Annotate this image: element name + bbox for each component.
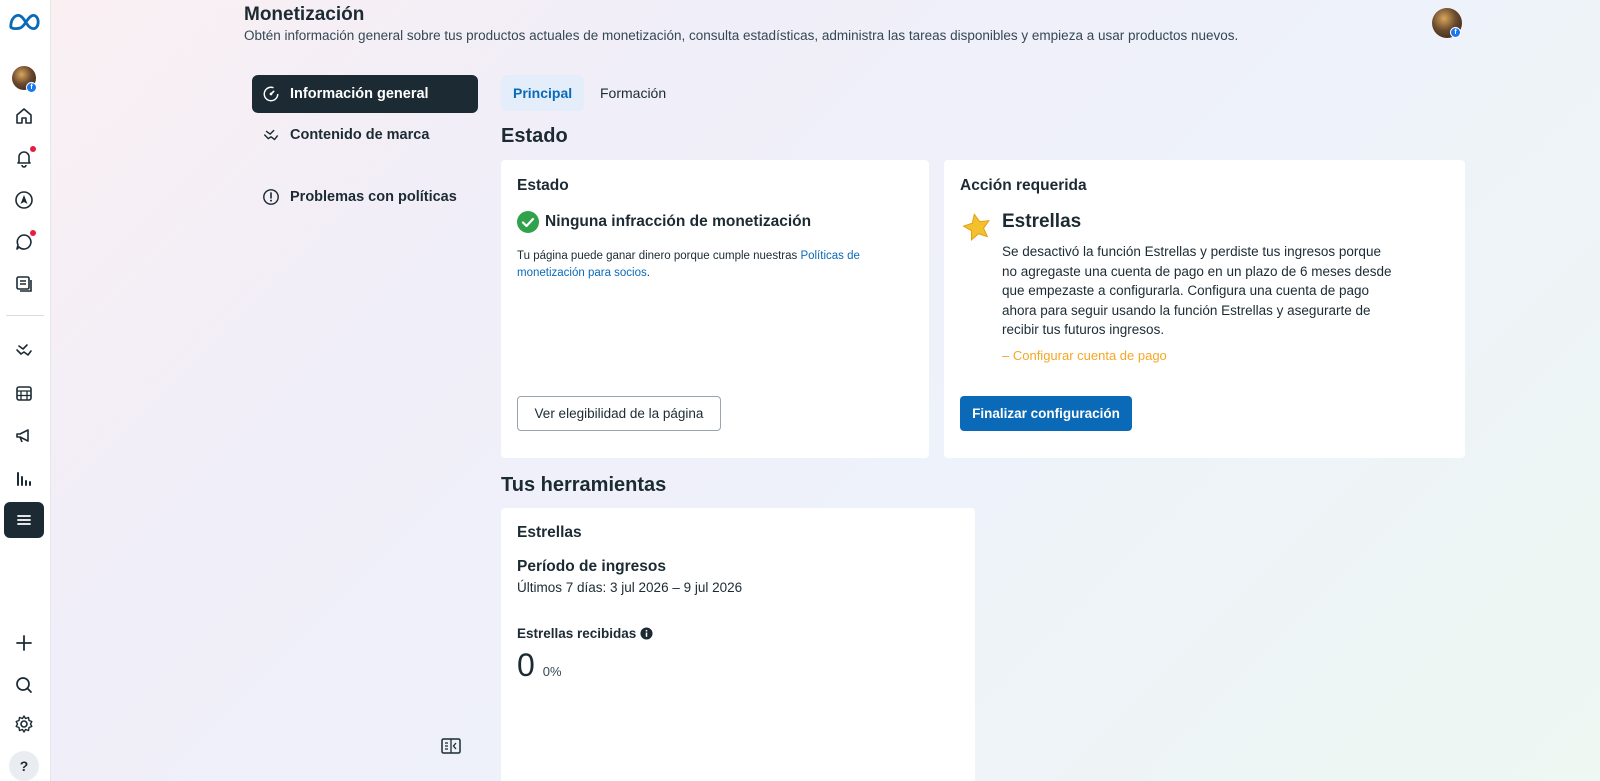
action-description: Se desactivó la función Estrellas y perd… <box>1002 244 1392 337</box>
status-card-title: Estado <box>517 177 569 194</box>
gauge-icon <box>263 86 279 102</box>
profile-switcher[interactable]: f <box>4 60 44 96</box>
rail-divider <box>6 315 44 316</box>
insights-icon[interactable] <box>4 461 44 497</box>
facebook-badge-icon: f <box>26 82 37 93</box>
status-headline: Ninguna infracción de monetización <box>545 213 812 230</box>
stars-received-metric: 0 0% <box>517 647 562 684</box>
nav-item-branded-content[interactable]: Contenido de marca <box>252 116 478 154</box>
view-page-eligibility-button[interactable]: Ver elegibilidad de la página <box>517 396 721 431</box>
create-plus-icon[interactable] <box>4 625 44 661</box>
status-description-text: Tu página puede ganar dinero porque cump… <box>517 250 801 262</box>
stars-received-change: 0% <box>542 664 562 679</box>
check-circle-icon <box>517 211 539 233</box>
meta-logo-icon[interactable] <box>4 4 44 40</box>
home-icon[interactable] <box>4 98 44 134</box>
nav-item-label: Problemas con políticas <box>290 189 457 205</box>
status-section-title: Estado <box>501 125 568 147</box>
star-icon <box>962 212 992 247</box>
page-subtitle: Obtén información general sobre tus prod… <box>244 28 1239 43</box>
pages-icon[interactable] <box>4 266 44 302</box>
action-product-title: Estrellas <box>1002 211 1082 232</box>
left-rail: f ? <box>0 0 51 781</box>
tab-formacion[interactable]: Formación <box>588 75 678 111</box>
nav-item-label: Información general <box>290 86 429 102</box>
status-card: Estado Ninguna infracción de monetizació… <box>501 160 929 458</box>
help-icon: ? <box>9 751 39 781</box>
navigator-icon[interactable] <box>4 182 44 218</box>
finish-setup-button[interactable]: Finalizar configuración <box>960 396 1132 431</box>
action-required-title: Acción requerida <box>960 177 1087 194</box>
earnings-period-range: Últimos 7 días: 3 jul 2026 – 9 jul 2026 <box>517 580 743 595</box>
status-headline-row: Ninguna infracción de monetización <box>517 211 811 233</box>
setup-payment-account-task[interactable]: – Configurar cuenta de pago <box>1002 348 1167 363</box>
earnings-period-title: Período de ingresos <box>517 558 667 575</box>
notification-dot <box>30 146 36 152</box>
ads-megaphone-icon[interactable] <box>4 418 44 454</box>
alert-icon <box>263 189 279 205</box>
message-dot <box>30 230 36 236</box>
stars-received-label: Estrellas recibidas <box>517 626 637 641</box>
calendar-icon[interactable] <box>4 375 44 411</box>
settings-gear-icon[interactable] <box>4 706 44 742</box>
search-icon[interactable] <box>4 667 44 703</box>
collapse-panel-icon[interactable] <box>441 738 461 759</box>
tools-section-title: Tus herramientas <box>501 474 667 496</box>
status-description: Tu página puede ganar dinero porque cump… <box>517 248 862 282</box>
page-title: Monetización <box>244 4 365 25</box>
facebook-badge-icon: f <box>1450 27 1461 38</box>
stars-card-title: Estrellas <box>517 524 582 541</box>
help-button[interactable]: ? <box>4 748 44 781</box>
handshake-icon <box>263 129 279 141</box>
branded-content-icon[interactable] <box>4 332 44 368</box>
notifications-icon[interactable] <box>4 140 44 176</box>
action-required-card: Acción requerida Estrellas Se desactivó … <box>944 160 1465 458</box>
tab-principal[interactable]: Principal <box>501 75 585 111</box>
status-description-end: . <box>646 267 650 279</box>
stars-tool-card: Estrellas Período de ingresos Últimos 7 … <box>501 508 975 781</box>
stars-received-value: 0 <box>517 647 535 683</box>
nav-item-label: Contenido de marca <box>290 127 430 143</box>
nav-item-policy-issues[interactable]: Problemas con políticas <box>252 178 478 216</box>
messages-icon[interactable] <box>4 224 44 260</box>
stars-received-label-row: Estrellas recibidas <box>517 626 653 641</box>
all-tools-menu-icon[interactable] <box>4 502 44 538</box>
nav-item-general-info[interactable]: Información general <box>252 75 478 113</box>
info-icon[interactable] <box>640 627 653 640</box>
